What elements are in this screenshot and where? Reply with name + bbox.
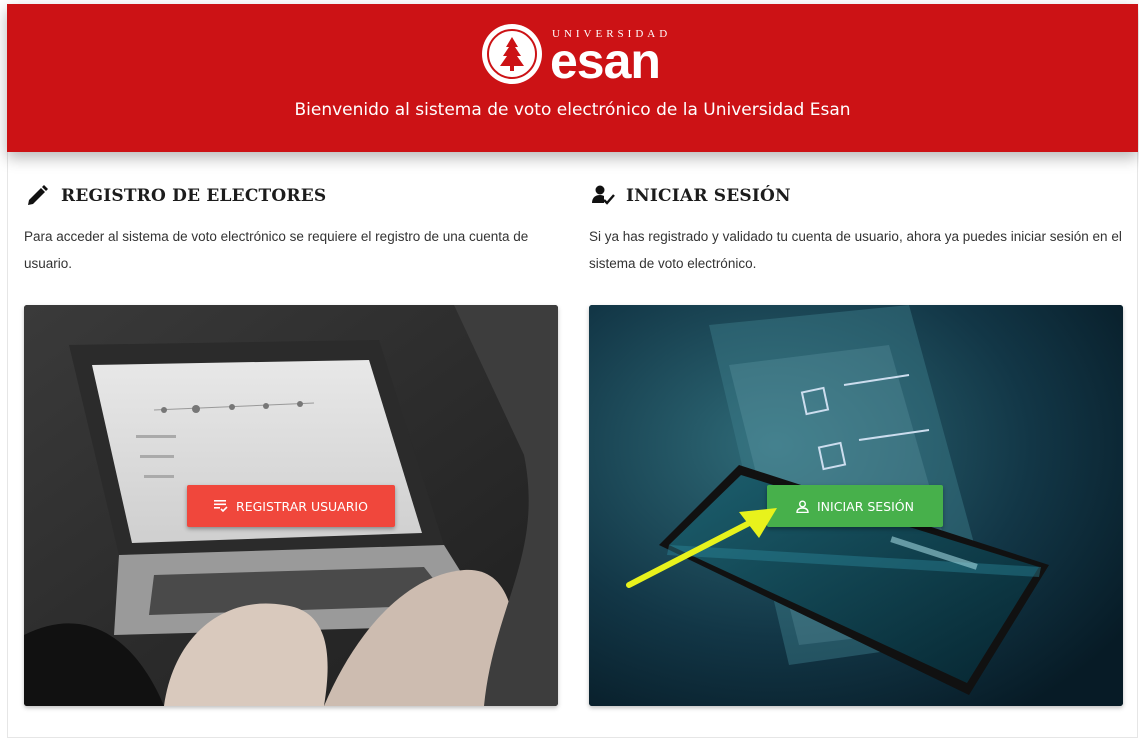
logo-esan-text: esan: [550, 33, 661, 89]
pencil-icon: [26, 183, 52, 209]
login-card-image: INICIAR SESIÓN: [589, 305, 1123, 706]
login-button-label: INICIAR SESIÓN: [817, 498, 914, 514]
register-user-button[interactable]: REGISTRAR USUARIO: [187, 485, 395, 527]
header-banner: UNIVERSIDAD esan Bienvenido al sistema d…: [7, 4, 1138, 152]
login-section: INICIAR SESIÓN Si ya has registrado y va…: [589, 178, 1124, 277]
register-description: Para acceder al sistema de voto electrón…: [24, 229, 529, 271]
login-button[interactable]: INICIAR SESIÓN: [767, 485, 943, 527]
register-section: REGISTRO DE ELECTORES Para acceder al si…: [24, 178, 559, 277]
user-icon: [796, 500, 809, 513]
register-card-image: REGISTRAR USUARIO: [24, 305, 558, 706]
register-heading: REGISTRO DE ELECTORES: [24, 178, 559, 214]
user-check-icon: [591, 183, 617, 209]
highlight-arrow-icon: [626, 508, 777, 588]
login-title: INICIAR SESIÓN: [626, 186, 791, 206]
login-heading: INICIAR SESIÓN: [589, 178, 1124, 214]
welcome-message: Bienvenido al sistema de voto electrónic…: [294, 100, 851, 120]
register-user-button-label: REGISTRAR USUARIO: [236, 498, 368, 514]
list-check-icon: [214, 500, 228, 512]
login-description: Si ya has registrado y validado tu cuent…: [589, 229, 1122, 271]
register-title: REGISTRO DE ELECTORES: [61, 186, 327, 206]
esan-logo: UNIVERSIDAD esan: [482, 22, 682, 89]
university-seal-icon: [482, 24, 542, 84]
